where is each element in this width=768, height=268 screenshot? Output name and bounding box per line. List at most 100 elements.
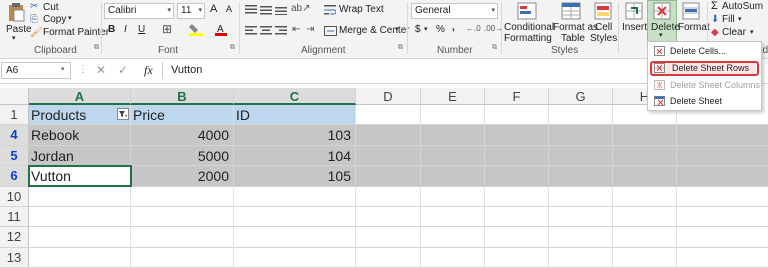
- bold-button[interactable]: B: [108, 24, 115, 35]
- cell-a4[interactable]: Rebook: [29, 125, 131, 146]
- cell-a12[interactable]: [29, 227, 131, 248]
- font-color-icon[interactable]: A: [214, 22, 228, 36]
- cell-h11[interactable]: [613, 207, 677, 227]
- cell-a1[interactable]: Products: [29, 105, 131, 125]
- cell-g1[interactable]: [549, 105, 613, 125]
- cancel-icon[interactable]: ✕: [96, 63, 106, 77]
- percent-button[interactable]: %: [436, 24, 445, 35]
- cell-d11[interactable]: [356, 207, 421, 227]
- filter-dropdown-button[interactable]: [117, 108, 129, 120]
- row-header-13[interactable]: 13: [0, 248, 29, 268]
- format-as-table-button[interactable]: Format as Table: [553, 2, 598, 44]
- cell-b1[interactable]: Price: [131, 105, 234, 125]
- row-header-4[interactable]: 4: [0, 125, 29, 146]
- align-left-icon[interactable]: [245, 26, 257, 36]
- cell-f13[interactable]: [485, 248, 549, 268]
- cell-c11[interactable]: [234, 207, 356, 227]
- cell-f1[interactable]: [485, 105, 549, 125]
- row-header-6[interactable]: 6: [0, 166, 29, 187]
- column-header-a[interactable]: A: [29, 88, 131, 105]
- merge-center-button[interactable]: Merge & Center: [339, 25, 410, 36]
- delete-cells-item[interactable]: Delete Cells...: [650, 44, 759, 59]
- paste-button[interactable]: Paste ▾: [5, 2, 32, 44]
- formula-input[interactable]: Vutton: [171, 64, 202, 76]
- shrink-font-button[interactable]: A: [226, 4, 232, 14]
- comma-button[interactable]: ,: [452, 22, 455, 33]
- conditional-formatting-button[interactable]: Conditional Formatting: [504, 2, 554, 44]
- cell-d1[interactable]: [356, 105, 421, 125]
- underline-button[interactable]: U: [138, 24, 145, 35]
- increase-decimal-icon[interactable]: ←.0: [466, 24, 481, 33]
- cell-c13[interactable]: [234, 248, 356, 268]
- italic-button[interactable]: I: [124, 24, 127, 35]
- cell-f12[interactable]: [485, 227, 549, 248]
- cell-g6[interactable]: [549, 166, 613, 187]
- dialog-launcher-icon[interactable]: ⧉: [94, 44, 99, 52]
- name-box[interactable]: A6 ▾: [1, 62, 71, 79]
- cell-e13[interactable]: [421, 248, 485, 268]
- cell-g5[interactable]: [549, 146, 613, 166]
- cell-a11[interactable]: [29, 207, 131, 227]
- column-header-e[interactable]: E: [421, 88, 485, 105]
- cell-c10[interactable]: [234, 187, 356, 207]
- column-header-c[interactable]: C: [234, 88, 356, 105]
- enter-icon[interactable]: ✓: [118, 63, 128, 77]
- increase-indent-icon[interactable]: ⇥: [306, 24, 314, 35]
- cell-b5[interactable]: 5000: [131, 146, 234, 166]
- currency-button[interactable]: $: [415, 24, 421, 35]
- borders-icon[interactable]: ⊞: [162, 22, 172, 36]
- cell-d10[interactable]: [356, 187, 421, 207]
- cell-e5[interactable]: [421, 146, 485, 166]
- column-header-f[interactable]: F: [485, 88, 549, 105]
- cell-styles-button[interactable]: Cell Styles: [590, 2, 617, 44]
- cell-b6[interactable]: 2000: [131, 166, 234, 187]
- cell-c4[interactable]: 103: [234, 125, 356, 146]
- fill-button[interactable]: ⬇ Fill ▾: [711, 14, 768, 27]
- decrease-indent-icon[interactable]: ⇤: [292, 24, 300, 35]
- cell-b13[interactable]: [131, 248, 234, 268]
- grow-font-button[interactable]: A: [210, 3, 217, 15]
- font-size-select[interactable]: 11 ▾: [177, 3, 205, 19]
- cell-f6[interactable]: [485, 166, 549, 187]
- insert-button[interactable]: Insert: [622, 2, 647, 42]
- cell-h4[interactable]: [613, 125, 677, 146]
- cell-f5[interactable]: [485, 146, 549, 166]
- cell-b11[interactable]: [131, 207, 234, 227]
- cell-g4[interactable]: [549, 125, 613, 146]
- row-header-12[interactable]: 12: [0, 227, 29, 248]
- cell-d4[interactable]: [356, 125, 421, 146]
- number-format-select[interactable]: General ▾: [411, 3, 498, 19]
- cell-g11[interactable]: [549, 207, 613, 227]
- chevron-down-icon[interactable]: ▾: [395, 25, 399, 33]
- insert-function-button[interactable]: fx: [144, 63, 153, 78]
- cell-f11[interactable]: [485, 207, 549, 227]
- delete-sheet-rows-item[interactable]: Delete Sheet Rows: [650, 61, 759, 76]
- cell-d5[interactable]: [356, 146, 421, 166]
- fill-color-icon[interactable]: [189, 22, 205, 36]
- cell-h5[interactable]: [613, 146, 677, 166]
- cell-e10[interactable]: [421, 187, 485, 207]
- cell-h13[interactable]: [613, 248, 677, 268]
- cell-c6[interactable]: 105: [234, 166, 356, 187]
- dialog-launcher-icon[interactable]: ⧉: [398, 44, 403, 52]
- cell-d13[interactable]: [356, 248, 421, 268]
- delete-button[interactable]: Delete ▾: [647, 0, 680, 42]
- row-header-11[interactable]: 11: [0, 207, 29, 227]
- cell-d12[interactable]: [356, 227, 421, 248]
- cell-e12[interactable]: [421, 227, 485, 248]
- cell-g10[interactable]: [549, 187, 613, 207]
- cell-g13[interactable]: [549, 248, 613, 268]
- cell-a13[interactable]: [29, 248, 131, 268]
- format-button[interactable]: Format: [678, 2, 710, 42]
- orientation-icon[interactable]: ab↗: [291, 3, 311, 14]
- align-right-icon[interactable]: [275, 26, 287, 36]
- column-header-d[interactable]: D: [356, 88, 421, 105]
- cell-c1[interactable]: ID: [234, 105, 356, 125]
- cell-a5[interactable]: Jordan: [29, 146, 131, 166]
- cut-button[interactable]: ✂ Cut: [30, 1, 90, 14]
- cell-g12[interactable]: [549, 227, 613, 248]
- cell-b4[interactable]: 4000: [131, 125, 234, 146]
- row-header-10[interactable]: 10: [0, 187, 29, 207]
- cell-f10[interactable]: [485, 187, 549, 207]
- row-header-5[interactable]: 5: [0, 146, 29, 166]
